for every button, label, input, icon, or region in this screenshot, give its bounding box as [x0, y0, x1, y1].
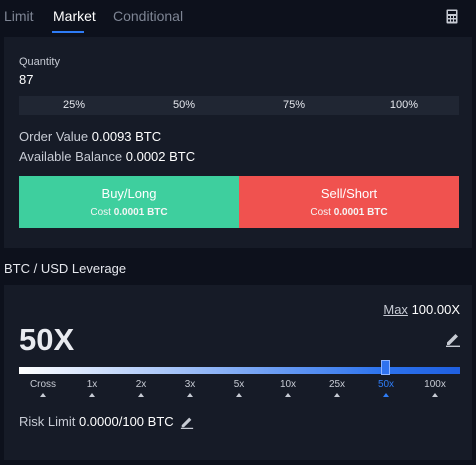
percent-75-button[interactable]: 75%	[239, 96, 349, 115]
tick-label-2x[interactable]: 2x	[136, 379, 147, 390]
leverage-title: BTC / USD Leverage	[4, 261, 127, 276]
max-leverage[interactable]: Max 100.00X	[383, 302, 460, 317]
buy-long-label: Buy/Long	[101, 186, 157, 201]
quantity-label: Quantity	[19, 56, 60, 68]
tick-marker-icon	[432, 393, 438, 397]
order-form-panel: Quantity 87 25% 50% 75% 100% Order Value…	[4, 37, 472, 248]
buy-cost-value: 0.0001 BTC	[113, 207, 168, 218]
order-value: 0.0093 BTC	[91, 129, 162, 144]
buy-cost: Cost 0.0001 BTC	[19, 207, 239, 218]
tick-marker-icon	[334, 393, 340, 397]
tick-label-1x[interactable]: 1x	[87, 379, 98, 390]
tick-label-100x[interactable]: 100x	[424, 379, 446, 390]
tick-label-50x[interactable]: 50x	[378, 379, 394, 390]
percent-selector: 25% 50% 75% 100%	[19, 96, 459, 115]
quantity-input[interactable]: 87	[19, 72, 33, 87]
tick-marker-icon	[138, 393, 144, 397]
tick-label-25x[interactable]: 25x	[329, 379, 345, 390]
leverage-panel: Max 100.00X 50X Cross 1x 2x 3x 5x 10x 25…	[4, 285, 472, 460]
available-balance-label: Available Balance	[19, 149, 123, 164]
current-leverage: 50X	[19, 322, 75, 357]
tick-label-5x[interactable]: 5x	[234, 379, 245, 390]
tick-marker-icon	[89, 393, 95, 397]
sell-cost-value: 0.0001 BTC	[333, 207, 388, 218]
risk-limit-value: 0.0000/100 BTC	[78, 414, 174, 429]
tick-label-10x[interactable]: 10x	[280, 379, 296, 390]
tick-label-cross[interactable]: Cross	[30, 379, 56, 390]
leverage-slider-track[interactable]	[19, 367, 460, 374]
max-leverage-value: 100.00X	[411, 302, 460, 317]
risk-limit-row: Risk Limit 0.0000/100 BTC	[19, 414, 174, 429]
sell-short-button[interactable]: Sell/Short Cost 0.0001 BTC	[239, 176, 459, 228]
tick-marker-icon	[285, 393, 291, 397]
tab-limit[interactable]: Limit	[4, 8, 34, 24]
order-value-row: Order Value 0.0093 BTC	[19, 129, 161, 144]
tick-label-3x[interactable]: 3x	[185, 379, 196, 390]
tab-market[interactable]: Market	[53, 8, 96, 24]
tick-marker-icon	[187, 393, 193, 397]
tab-conditional[interactable]: Conditional	[113, 8, 183, 24]
available-balance-row: Available Balance 0.0002 BTC	[19, 149, 195, 164]
sell-cost: Cost 0.0001 BTC	[239, 207, 459, 218]
max-leverage-label: Max	[383, 302, 408, 317]
edit-risk-limit-pencil-icon[interactable]	[180, 415, 194, 429]
risk-limit-label: Risk Limit	[19, 414, 76, 429]
percent-50-button[interactable]: 50%	[129, 96, 239, 115]
percent-100-button[interactable]: 100%	[349, 96, 459, 115]
available-balance: 0.0002 BTC	[125, 149, 196, 164]
edit-leverage-pencil-icon[interactable]	[445, 331, 461, 347]
sell-cost-label: Cost	[310, 207, 331, 218]
active-tab-indicator	[52, 31, 84, 33]
order-type-tabs: Limit Market Conditional	[0, 0, 476, 34]
buy-long-button[interactable]: Buy/Long Cost 0.0001 BTC	[19, 176, 239, 228]
calculator-icon[interactable]	[446, 9, 458, 24]
buy-cost-label: Cost	[90, 207, 111, 218]
percent-25-button[interactable]: 25%	[19, 96, 129, 115]
tick-marker-active-icon	[383, 393, 389, 397]
sell-short-label: Sell/Short	[320, 186, 378, 201]
tick-marker-icon	[236, 393, 242, 397]
leverage-slider-thumb[interactable]	[381, 360, 390, 375]
tick-marker-icon	[40, 393, 46, 397]
order-value-label: Order Value	[19, 129, 89, 144]
